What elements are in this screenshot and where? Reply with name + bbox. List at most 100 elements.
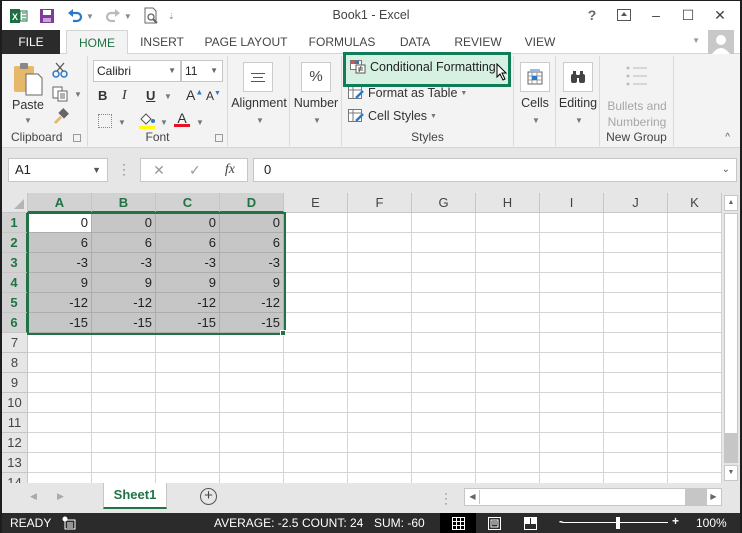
cell-e6[interactable] <box>284 313 348 333</box>
scroll-up-icon[interactable]: ▲ <box>724 195 738 211</box>
scroll-down-icon[interactable]: ▼ <box>724 465 738 481</box>
cell-e7[interactable] <box>284 333 348 353</box>
horizontal-scroll-track[interactable] <box>685 489 707 505</box>
editing-group[interactable]: Editing ▼ <box>556 56 600 146</box>
cell-i6[interactable] <box>540 313 604 333</box>
maximize-button[interactable]: ☐ <box>672 4 704 26</box>
cell-k2[interactable] <box>668 233 722 253</box>
cell-c4[interactable]: 9 <box>156 273 220 293</box>
close-button[interactable]: ✕ <box>704 4 736 26</box>
cell-b4[interactable]: 9 <box>92 273 156 293</box>
minimize-button[interactable]: – <box>640 4 672 26</box>
cell-c13[interactable] <box>156 453 220 473</box>
cell-i9[interactable] <box>540 373 604 393</box>
vertical-scroll-thumb[interactable] <box>724 213 738 455</box>
cell-d10[interactable] <box>220 393 284 413</box>
cell-a4[interactable]: 9 <box>28 273 92 293</box>
row-header-2[interactable]: 2 <box>2 233 28 253</box>
next-sheet-icon[interactable]: ▶ <box>57 491 64 502</box>
cell-j3[interactable] <box>604 253 668 273</box>
cell-j11[interactable] <box>604 413 668 433</box>
column-header-b[interactable]: B <box>92 193 156 213</box>
cell-b3[interactable]: -3 <box>92 253 156 273</box>
column-header-d[interactable]: D <box>220 193 284 213</box>
cell-a8[interactable] <box>28 353 92 373</box>
cell-a1[interactable]: 0 <box>28 213 92 233</box>
insert-function-icon[interactable]: fx <box>225 162 235 178</box>
fill-color-dropdown-icon[interactable]: ▼ <box>160 118 168 127</box>
cell-e3[interactable] <box>284 253 348 273</box>
cell-f4[interactable] <box>348 273 412 293</box>
cell-c7[interactable] <box>156 333 220 353</box>
cell-f6[interactable] <box>348 313 412 333</box>
tab-view[interactable]: VIEW <box>518 30 562 54</box>
cell-j13[interactable] <box>604 453 668 473</box>
alignment-group[interactable]: Alignment ▼ <box>228 56 290 146</box>
cell-b10[interactable] <box>92 393 156 413</box>
cell-b12[interactable] <box>92 433 156 453</box>
borders-button[interactable] <box>98 114 112 128</box>
tab-insert[interactable]: INSERT <box>136 30 188 54</box>
cell-a10[interactable] <box>28 393 92 413</box>
cell-h13[interactable] <box>476 453 540 473</box>
vertical-scrollbar[interactable]: ▲ ▼ <box>722 193 740 483</box>
zoom-in-button[interactable]: + <box>672 514 679 528</box>
cell-c10[interactable] <box>156 393 220 413</box>
cell-e10[interactable] <box>284 393 348 413</box>
page-layout-view-button[interactable] <box>476 513 512 533</box>
cell-j4[interactable] <box>604 273 668 293</box>
cell-h8[interactable] <box>476 353 540 373</box>
zoom-level[interactable]: 100% <box>696 516 727 530</box>
cell-k1[interactable] <box>668 213 722 233</box>
cell-a11[interactable] <box>28 413 92 433</box>
bold-button[interactable]: B <box>98 88 107 103</box>
paste-button[interactable]: Paste <box>12 98 44 112</box>
row-header-8[interactable]: 8 <box>2 353 28 373</box>
cell-h12[interactable] <box>476 433 540 453</box>
cell-f10[interactable] <box>348 393 412 413</box>
paste-icon[interactable] <box>12 62 44 96</box>
horizontal-scroll-thumb[interactable] <box>481 489 685 505</box>
cells-button[interactable]: Cells <box>514 96 556 110</box>
cell-e13[interactable] <box>284 453 348 473</box>
cell-d6[interactable]: -15 <box>220 313 284 333</box>
help-button[interactable]: ? <box>576 4 608 26</box>
cell-f2[interactable] <box>348 233 412 253</box>
cell-c2[interactable]: 6 <box>156 233 220 253</box>
scroll-left-icon[interactable]: ◀ <box>466 490 480 504</box>
cell-b7[interactable] <box>92 333 156 353</box>
cell-f7[interactable] <box>348 333 412 353</box>
cell-j2[interactable] <box>604 233 668 253</box>
cell-g8[interactable] <box>412 353 476 373</box>
tab-file[interactable]: FILE <box>2 30 60 54</box>
cell-c3[interactable]: -3 <box>156 253 220 273</box>
cell-g7[interactable] <box>412 333 476 353</box>
row-header-1[interactable]: 1 <box>2 213 28 233</box>
cell-k6[interactable] <box>668 313 722 333</box>
font-launcher-icon[interactable] <box>215 134 223 142</box>
cell-h2[interactable] <box>476 233 540 253</box>
clipboard-launcher-icon[interactable] <box>73 134 81 142</box>
cell-b8[interactable] <box>92 353 156 373</box>
cell-j12[interactable] <box>604 433 668 453</box>
cell-i12[interactable] <box>540 433 604 453</box>
column-header-f[interactable]: F <box>348 193 412 213</box>
cell-h10[interactable] <box>476 393 540 413</box>
cell-k3[interactable] <box>668 253 722 273</box>
cell-g2[interactable] <box>412 233 476 253</box>
cell-f12[interactable] <box>348 433 412 453</box>
editing-button[interactable]: Editing <box>556 96 600 110</box>
cell-k7[interactable] <box>668 333 722 353</box>
row-header-4[interactable]: 4 <box>2 273 28 293</box>
cell-b2[interactable]: 6 <box>92 233 156 253</box>
cell-i4[interactable] <box>540 273 604 293</box>
cell-d13[interactable] <box>220 453 284 473</box>
row-header-13[interactable]: 13 <box>2 453 28 473</box>
cell-d3[interactable]: -3 <box>220 253 284 273</box>
cell-f9[interactable] <box>348 373 412 393</box>
row-header-5[interactable]: 5 <box>2 293 28 313</box>
cell-g3[interactable] <box>412 253 476 273</box>
chevron-down-icon[interactable]: ▼ <box>92 159 101 181</box>
cell-k9[interactable] <box>668 373 722 393</box>
tab-split-handle[interactable]: · · · <box>444 487 448 509</box>
